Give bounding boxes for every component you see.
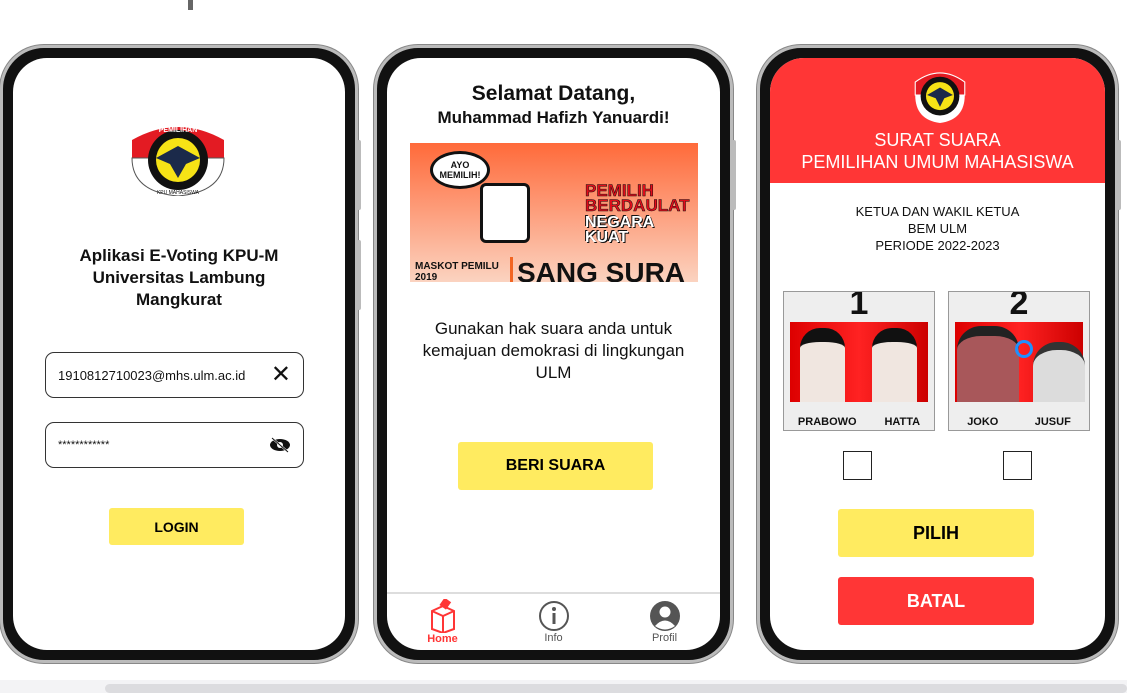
title-line: Aplikasi E-Voting KPU-M [79,246,279,265]
phone-ballot: SURAT SUARA PEMILIHAN UMUM MAHASISWA KET… [757,45,1118,663]
svg-text:KPU MAHASISWA: KPU MAHASISWA [157,190,200,196]
candidate-photo [790,322,928,402]
eye-off-icon[interactable] [269,437,291,453]
candidate-names: JOKO JUSUF [949,416,1089,430]
candidate-name: JOKO [967,416,999,428]
svg-text:PEMILIHAN: PEMILIHAN [159,127,198,134]
candidate-card-2[interactable]: 2 JOKO JUSUF [948,291,1090,431]
side-button [357,140,361,210]
subtitle-line: PERIODE 2022-2023 [875,238,1000,253]
phone-login: PEMILIHAN KPU MAHASISWA Aplikasi E-Votin… [0,45,358,663]
side-button [357,240,361,310]
username: Muhammad Hafizh Yanuardi! [437,108,670,127]
choose-button[interactable]: PILIH [838,509,1034,557]
candidate-name: PRABOWO [797,416,857,428]
banner-slogan1: PEMILIH BERDAULAT [585,181,690,215]
title-line: Mangkurat [136,290,222,309]
password-value: ************ [58,439,110,451]
candidate-names: PRABOWO HATTA [784,416,934,430]
email-value: 1910812710023@mhs.ulm.ac.id [58,367,246,383]
clear-icon[interactable]: ✕ [271,363,291,387]
home-screen: Selamat Datang, Muhammad Hafizh Yanuardi… [387,58,720,650]
side-button [732,140,736,210]
vote-button[interactable]: BERI SUARA [458,442,653,490]
kpu-logo: PEMILIHAN KPU MAHASISWA [131,127,225,196]
ballot-screen: SURAT SUARA PEMILIHAN UMUM MAHASISWA KET… [770,58,1105,650]
nav-label: Profil [651,632,678,644]
user-icon [649,601,680,631]
nav-label: Info [544,632,563,644]
nav-info[interactable]: Info [524,600,584,644]
login-button[interactable]: LOGIN [109,508,244,545]
top-divider [188,0,193,10]
phone-home: Selamat Datang, Muhammad Hafizh Yanuardi… [374,45,733,663]
app-title: Aplikasi E-Voting KPU-M Universitas Lamb… [13,245,345,311]
password-field[interactable]: ************ [45,422,304,468]
candidate-number: 2 [1009,292,1029,320]
ballot-title-2: PEMILIHAN UMUM MAHASISWA [801,152,1074,172]
candidate-name: JUSUF [1034,416,1071,428]
ballot-header: SURAT SUARA PEMILIHAN UMUM MAHASISWA [770,58,1105,183]
ballot-box-icon [430,599,455,633]
home-message: Gunakan hak suara anda untuk kemajuan de… [422,319,685,382]
ballot-title-1: SURAT SUARA [874,130,1001,150]
nav-home[interactable]: Home [413,599,473,645]
maskot-figure [480,183,530,243]
title-line: Universitas Lambung [92,268,266,287]
nav-label: Home [427,633,458,645]
candidate-1-checkbox[interactable] [843,451,872,480]
subtitle-line: BEM ULM [907,221,968,236]
bottom-nav: Home Info Profil [387,592,720,650]
login-screen: PEMILIHAN KPU MAHASISWA Aplikasi E-Votin… [13,58,345,650]
candidate-photo [955,322,1085,402]
kpu-logo [914,72,966,123]
candidate-number: 1 [849,292,869,320]
candidate-2-checkbox[interactable] [1003,451,1032,480]
banner-slogan2: NEGARA KUAT [585,214,654,246]
banner-bubble: AYO MEMILIH! [430,151,490,189]
candidate-name: HATTA [884,416,921,428]
side-button [1117,140,1121,210]
nav-profil[interactable]: Profil [635,600,695,644]
candidate-card-1[interactable]: 1 PRABOWO HATTA [783,291,935,431]
cancel-button[interactable]: BATAL [838,577,1034,625]
cursor-indicator [1015,340,1033,358]
email-field[interactable]: 1910812710023@mhs.ulm.ac.id ✕ [45,352,304,398]
ballot-subtitle: KETUA DAN WAKIL KETUA BEM ULM PERIODE 20… [770,203,1105,254]
banner-name: SANG SURA [510,257,685,282]
maskot-banner: AYO MEMILIH! PEMILIH BERDAULAT NEGARA KU… [410,143,698,282]
greeting: Selamat Datang, [471,82,636,105]
horizontal-scrollbar[interactable] [105,684,1127,693]
info-icon [538,601,569,631]
subtitle-line: KETUA DAN WAKIL KETUA [855,204,1020,219]
banner-maskot: MASKOT PEMILU 2019 [415,261,499,282]
